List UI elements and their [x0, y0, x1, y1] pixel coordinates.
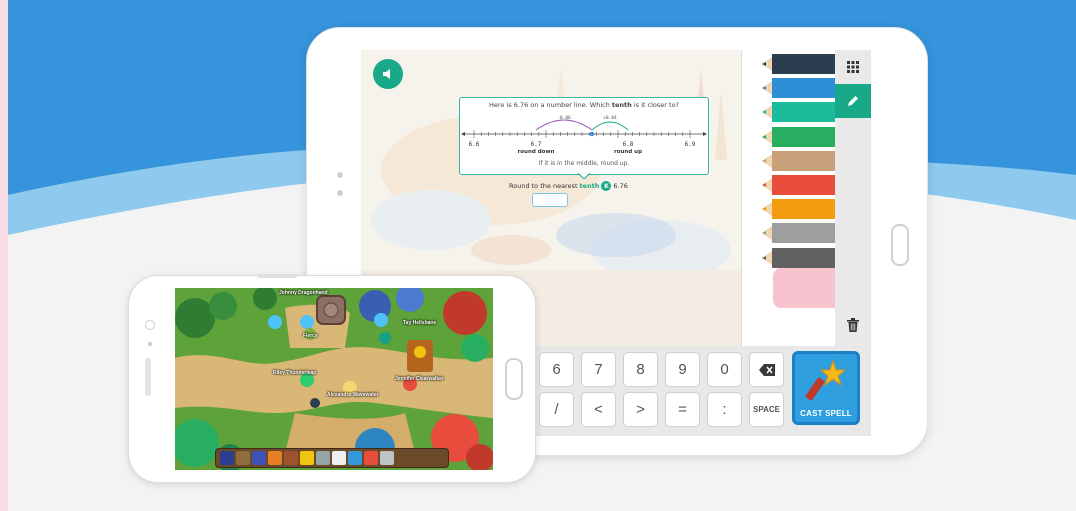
- player-name: Alexandra Wavewater: [327, 392, 379, 398]
- key-8[interactable]: 8: [623, 352, 658, 387]
- color-pencil[interactable]: [762, 175, 836, 195]
- phone-speaker: [145, 358, 151, 396]
- pencil-lead: [762, 207, 766, 212]
- grid-button[interactable]: [835, 50, 871, 84]
- pencil-lead: [762, 231, 766, 236]
- pencil-lead: [762, 183, 766, 187]
- color-pencil[interactable]: [762, 54, 836, 74]
- trash-icon: [847, 318, 859, 332]
- pencil-lead: [762, 134, 766, 139]
- left-distance-label: -0.06: [557, 115, 571, 121]
- player-name: Riley Thunderleap: [273, 370, 317, 376]
- magic-wand-icon: [805, 359, 847, 401]
- pencil-lead: [762, 110, 766, 115]
- book-icon[interactable]: [252, 451, 266, 465]
- distance-arc-right: [591, 121, 629, 131]
- player-name: Jennifer Clearwalker: [395, 376, 444, 382]
- pencil-icon: [848, 96, 858, 106]
- distance-arc-left: [535, 119, 593, 131]
- right-distance-label: +0.04: [603, 115, 617, 121]
- space-key[interactable]: SPACE: [749, 392, 784, 427]
- trash-button[interactable]: [835, 308, 871, 342]
- phone-edge-button: [257, 274, 297, 278]
- tablet-sensor: [337, 190, 343, 196]
- backpack-icon[interactable]: [236, 451, 250, 465]
- key-greater-than[interactable]: >: [623, 392, 658, 427]
- color-pencil[interactable]: [762, 150, 836, 171]
- map-icon[interactable]: [220, 451, 234, 465]
- color-pencil[interactable]: [762, 223, 836, 244]
- tablet-home-button: [891, 224, 909, 266]
- phone-device: Johnny Dragonhand Fierce Tay Hellsbane R…: [128, 274, 536, 483]
- cast-spell-button[interactable]: CAST SPELL: [792, 351, 860, 425]
- marketing-scene: Here is 6.76 on a number line. Which ten…: [8, 0, 1076, 511]
- tick-label: 6.8: [623, 141, 634, 148]
- round-down-label: round down: [518, 149, 555, 155]
- hint-text: If it is in the middle, round up.: [538, 160, 630, 167]
- phone-home-button: [505, 358, 523, 400]
- color-pencil[interactable]: [762, 247, 836, 268]
- chat-icon[interactable]: [332, 451, 346, 465]
- key-slash[interactable]: /: [539, 392, 574, 427]
- question-panel: Here is 6.76 on a number line. Which ten…: [459, 97, 709, 179]
- tablet-camera: [337, 172, 343, 178]
- tick-label: 6.6: [469, 141, 480, 148]
- game-world-screen: Johnny Dragonhand Fierce Tay Hellsbane R…: [175, 288, 493, 470]
- speaker-icon: [383, 69, 390, 79]
- sound-button[interactable]: [373, 59, 403, 89]
- key-equals[interactable]: =: [665, 392, 700, 427]
- tick-label: 6.7: [531, 141, 542, 148]
- house-icon[interactable]: [364, 451, 378, 465]
- value-marker: [589, 131, 595, 137]
- friends-icon[interactable]: [348, 451, 362, 465]
- key-6[interactable]: 6: [539, 352, 574, 387]
- backspace-key[interactable]: [749, 352, 784, 387]
- key-7[interactable]: 7: [581, 352, 616, 387]
- color-pencil[interactable]: [762, 199, 836, 220]
- drawing-toolbar: [835, 50, 871, 346]
- cast-spell-label: CAST SPELL: [800, 409, 852, 418]
- key-9[interactable]: 9: [665, 352, 700, 387]
- trophy-icon[interactable]: [300, 451, 314, 465]
- phone-camera: [145, 320, 155, 330]
- prompt-prefix: Round to the nearest: [509, 182, 578, 190]
- key-colon[interactable]: :: [707, 392, 742, 427]
- prompt-number: 6.76: [613, 182, 628, 190]
- pencil-tool-button[interactable]: [835, 84, 871, 118]
- key-less-than[interactable]: <: [581, 392, 616, 427]
- panel-pointer: [578, 173, 590, 179]
- number-line: -0.06 +0.04 6.6 6.7 6.8 6.9 round down r…: [461, 115, 707, 155]
- gear-icon[interactable]: [316, 451, 330, 465]
- pencil-lead: [762, 86, 766, 91]
- prompt-unit: tenth: [579, 182, 600, 190]
- pencil-lead: [762, 62, 766, 66]
- key-0[interactable]: 0: [707, 352, 742, 387]
- bag-icon[interactable]: [284, 451, 298, 465]
- mail-icon[interactable]: [380, 451, 394, 465]
- color-pencil[interactable]: [762, 78, 836, 99]
- reference-icon[interactable]: K: [601, 181, 612, 191]
- round-up-label: round up: [614, 149, 642, 155]
- player-name: Johnny Dragonhand: [279, 290, 328, 296]
- player-name: Tay Hellsbane: [403, 320, 437, 326]
- game-hotbar: [215, 448, 449, 468]
- color-pencil[interactable]: [762, 126, 836, 147]
- tick-label: 6.9: [685, 141, 696, 148]
- phone-sensor: [148, 342, 152, 346]
- pet-icon[interactable]: [268, 451, 282, 465]
- grid-icon: [847, 61, 859, 73]
- answer-input[interactable]: [532, 193, 568, 207]
- pencil-lead: [762, 255, 766, 260]
- round-prompt: Round to the nearest tenth K 6.76: [509, 181, 628, 191]
- pencil-lead: [762, 158, 766, 163]
- color-pencil[interactable]: [762, 102, 836, 123]
- backspace-icon: [758, 363, 775, 376]
- game-map: [175, 288, 493, 470]
- eraser[interactable]: [773, 268, 839, 308]
- player-name: Fierce: [303, 333, 318, 339]
